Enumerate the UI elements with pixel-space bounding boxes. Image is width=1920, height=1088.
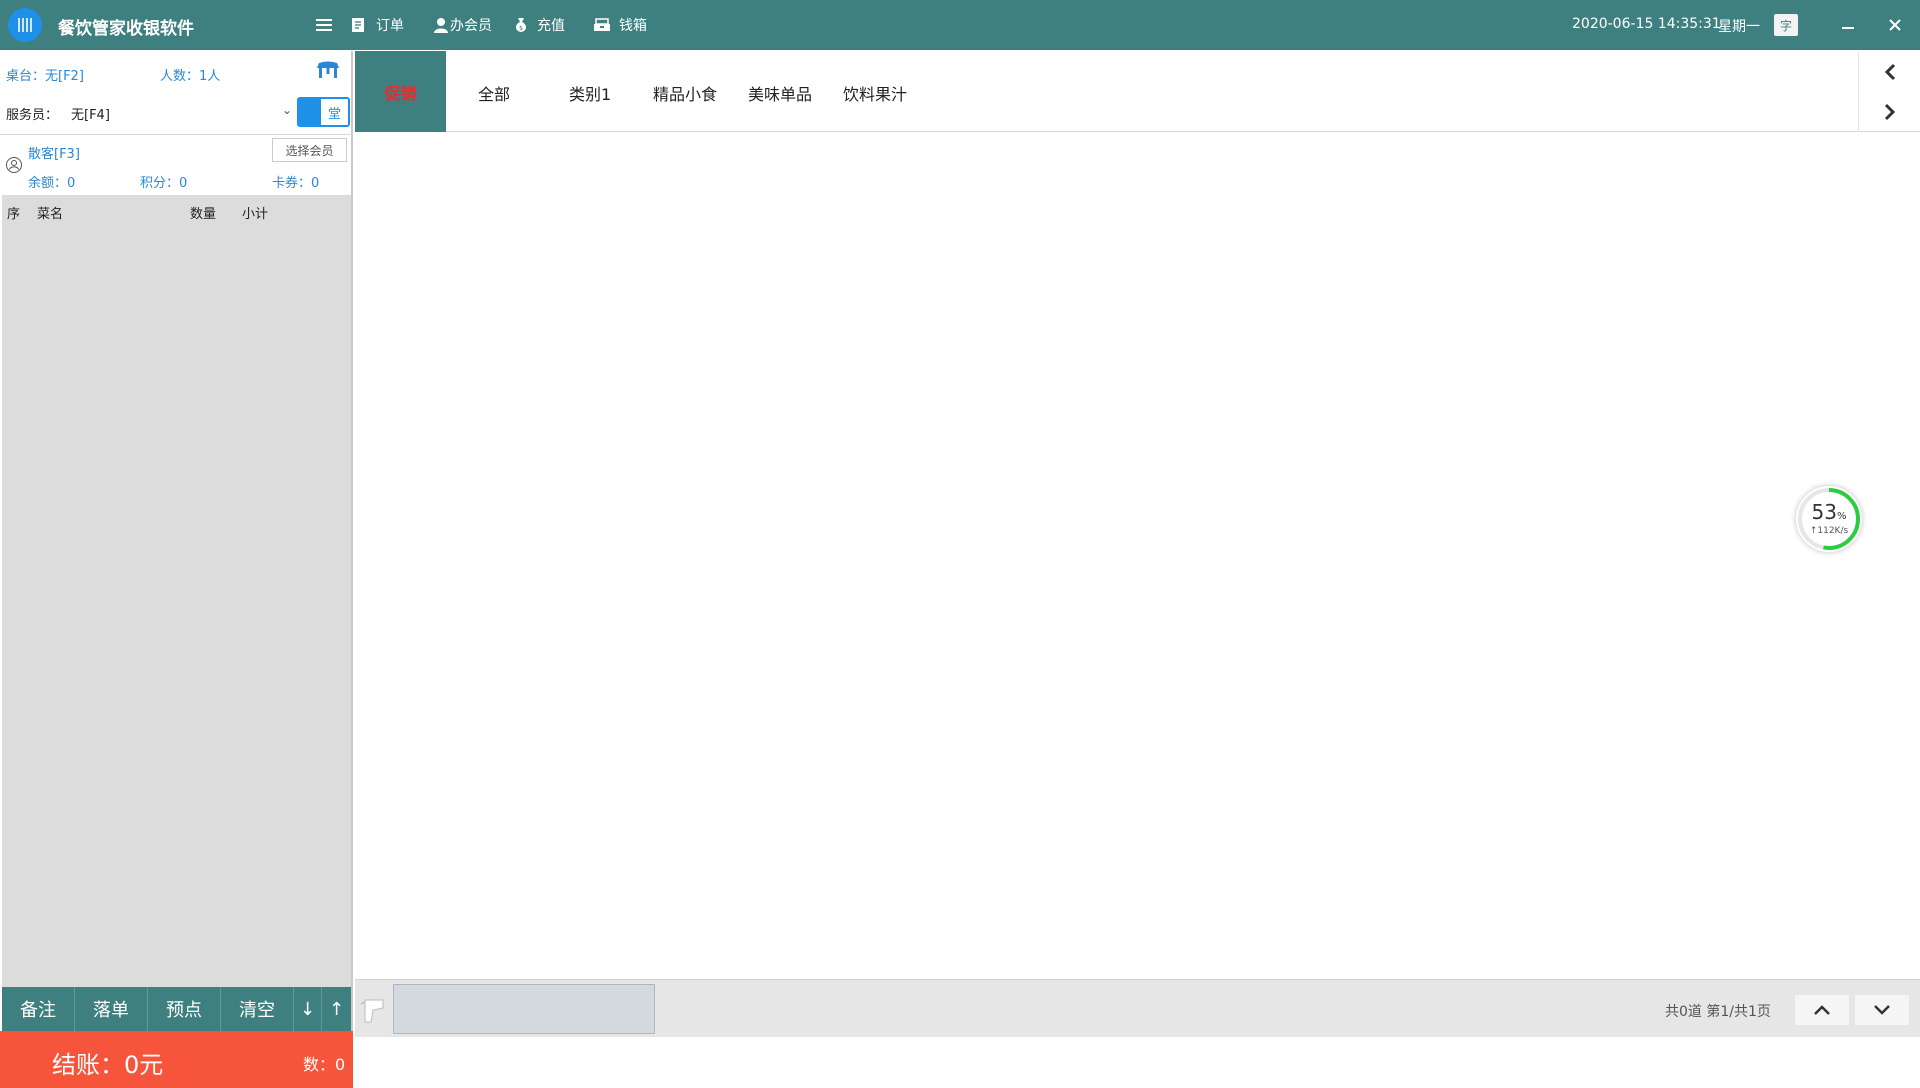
speed-percent: 53%	[1811, 500, 1847, 524]
font-size-button[interactable]: 字	[1774, 14, 1798, 36]
category-promotion[interactable]: 促销	[355, 51, 446, 132]
chevron-down-icon	[1874, 1005, 1890, 1015]
member-name[interactable]: 散客[F3]	[28, 143, 80, 162]
dine-mode-label: 堂	[321, 99, 348, 125]
user-icon	[434, 18, 448, 33]
member-button[interactable]: 办会员	[434, 0, 492, 50]
orders-label: 订单	[376, 18, 404, 34]
app-title: 餐饮管家收银软件	[58, 19, 194, 39]
speed-rate: ↑112K/s	[1809, 526, 1849, 536]
chevron-down-icon[interactable]: ⌄	[282, 103, 292, 117]
page-up-button[interactable]	[1795, 995, 1849, 1025]
category-all[interactable]: 全部	[478, 81, 510, 105]
network-speed-widget[interactable]: 53% ↑112K/s	[1796, 486, 1862, 552]
member-avatar-icon	[6, 157, 22, 173]
barcode-input[interactable]	[393, 984, 655, 1034]
col-index: 序	[7, 207, 21, 222]
dish-grid[interactable]	[355, 133, 1920, 979]
people-count[interactable]: 人数：1人	[160, 65, 220, 84]
app-logo-icon	[8, 8, 42, 42]
dine-mode-toggle[interactable]: 堂	[297, 97, 350, 127]
chevron-up-icon	[1814, 1005, 1830, 1015]
item-count: 数：0	[303, 1055, 346, 1074]
member-label: 办会员	[450, 18, 492, 34]
recharge-button[interactable]: $ 充值	[514, 0, 565, 50]
category-prev-button[interactable]	[1860, 52, 1920, 92]
weekday-display: 星期一	[1718, 19, 1760, 35]
toggle-knob	[299, 99, 321, 125]
hamburger-icon	[316, 19, 332, 31]
place-order-button[interactable]: 落单	[75, 987, 148, 1031]
order-action-bar: 备注 落单 预点 清空 ↓ ↑	[2, 987, 351, 1031]
divider	[0, 134, 353, 135]
document-icon	[352, 18, 364, 32]
waiter-label: 服务员：	[6, 108, 59, 123]
page-down-button[interactable]	[1855, 995, 1909, 1025]
move-down-button[interactable]: ↓	[294, 987, 322, 1031]
checkout-button[interactable]: 结账：0元 数：0	[0, 1031, 353, 1088]
order-items-table[interactable]: 序 菜名 数量 小计	[2, 195, 351, 987]
pre-order-button[interactable]: 预点	[148, 987, 221, 1031]
col-subtotal: 小计	[242, 207, 269, 222]
member-balance: 余额：0	[28, 176, 76, 191]
close-button[interactable]	[1880, 10, 1910, 40]
category-bar: 促销 全部 类别1 精品小食 美味单品 饮料果汁	[355, 51, 1920, 132]
waiter-select[interactable]: 无[F4]	[71, 104, 110, 123]
move-up-button[interactable]: ↑	[322, 987, 351, 1031]
orders-button[interactable]: 订单	[351, 0, 404, 50]
member-coupons: 卡券：0	[272, 176, 320, 191]
minimize-button[interactable]	[1833, 10, 1863, 40]
category-singles[interactable]: 美味单品	[748, 81, 812, 105]
col-quantity: 数量	[190, 207, 217, 222]
page-info: 共0道 第1/共1页	[1665, 1004, 1771, 1020]
chevron-right-icon	[1884, 103, 1896, 121]
svg-text:$: $	[519, 25, 523, 32]
choose-member-button[interactable]: 选择会员	[272, 138, 347, 162]
category-drinks[interactable]: 饮料果汁	[843, 81, 907, 105]
bottom-bar: 共0道 第1/共1页	[355, 979, 1920, 1037]
scanner-icon	[359, 996, 387, 1028]
menu-button[interactable]	[316, 0, 332, 50]
category-type1[interactable]: 类别1	[569, 81, 611, 105]
col-dish-name: 菜名	[37, 207, 64, 222]
cashbox-icon	[594, 18, 610, 31]
minimize-icon	[1842, 27, 1854, 29]
recharge-label: 充值	[537, 18, 565, 34]
order-panel: 桌台：无[F2] 人数：1人 服务员： 无[F4] ⌄ 堂 散客[F3] 选择会…	[0, 51, 353, 1088]
member-points: 积分：0	[140, 176, 188, 191]
table-select[interactable]: 桌台：无[F2]	[6, 65, 84, 84]
category-snacks[interactable]: 精品小食	[653, 81, 717, 105]
checkout-label: 结账：0元	[52, 1051, 164, 1079]
chevron-left-icon	[1884, 63, 1896, 81]
clear-button[interactable]: 清空	[221, 987, 294, 1031]
datetime-display: 2020-06-15 14:35:31	[1572, 16, 1721, 32]
divider	[1858, 51, 1859, 132]
category-next-button[interactable]	[1860, 92, 1920, 132]
close-icon	[1889, 19, 1901, 31]
money-bag-icon: $	[516, 18, 526, 32]
order-table-header: 序 菜名 数量 小计	[2, 195, 351, 227]
remark-button[interactable]: 备注	[2, 987, 75, 1031]
table-icon[interactable]	[316, 61, 340, 83]
cashbox-label: 钱箱	[619, 18, 647, 34]
top-bar: 餐饮管家收银软件 订单 办会员 $ 充值 钱箱 2020-06-15 14:35…	[0, 0, 1920, 50]
cashbox-button[interactable]: 钱箱	[594, 0, 647, 50]
